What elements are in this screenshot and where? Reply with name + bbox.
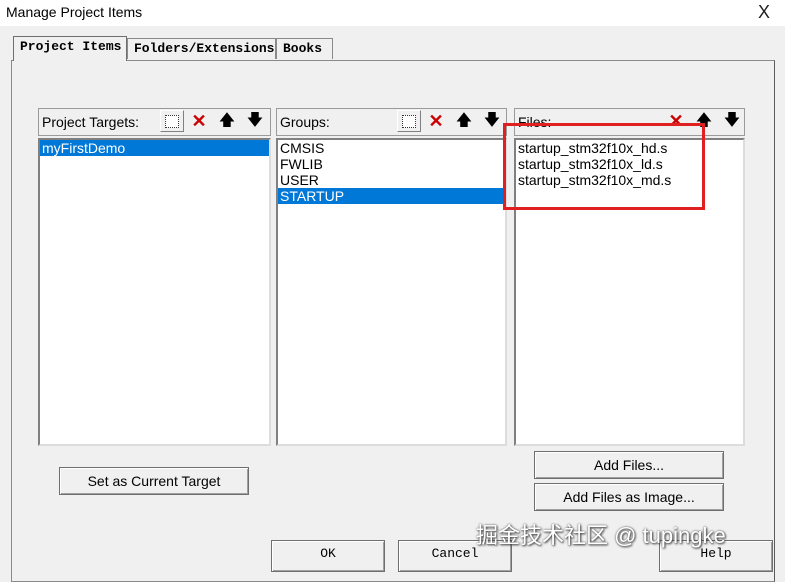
new-item-icon[interactable] (397, 110, 421, 132)
move-up-icon[interactable]: 🡅 (216, 111, 238, 131)
move-down-icon[interactable]: 🡇 (721, 111, 743, 131)
project-targets-list[interactable]: myFirstDemo (38, 138, 271, 446)
new-item-icon[interactable] (160, 110, 184, 132)
list-item[interactable]: startup_stm32f10x_ld.s (516, 156, 743, 172)
set-as-current-target-button[interactable]: Set as Current Target (59, 467, 249, 495)
files-header: Files: ✕ 🡅 🡇 (514, 108, 745, 136)
groups-label: Groups: (280, 114, 330, 130)
delete-icon[interactable]: ✕ (188, 111, 210, 131)
tab-books[interactable]: Books (276, 38, 333, 59)
window-title: Manage Project Items (6, 4, 143, 20)
close-icon[interactable]: X (752, 1, 776, 23)
add-files-as-image-button[interactable]: Add Files as Image... (534, 483, 724, 511)
project-targets-header: Project Targets: ✕ 🡅 🡇 (38, 108, 271, 136)
title-bar: Manage Project Items X (0, 0, 785, 26)
move-up-icon[interactable]: 🡅 (693, 111, 715, 131)
files-list[interactable]: startup_stm32f10x_hd.s startup_stm32f10x… (514, 138, 745, 446)
list-item[interactable]: CMSIS (278, 140, 505, 156)
list-item[interactable]: myFirstDemo (40, 140, 269, 156)
files-box: Files: ✕ 🡅 🡇 startup_stm32f10x_hd.s star… (514, 108, 745, 446)
groups-header: Groups: ✕ 🡅 🡇 (276, 108, 507, 136)
watermark: 掘金技术社区 @ tupingke (476, 523, 726, 548)
project-targets-box: Project Targets: ✕ 🡅 🡇 myFirstDemo (38, 108, 271, 446)
delete-icon[interactable]: ✕ (425, 111, 447, 131)
delete-icon[interactable]: ✕ (665, 111, 687, 131)
groups-box: Groups: ✕ 🡅 🡇 CMSIS FWLIB USER STARTUP (276, 108, 507, 446)
groups-list[interactable]: CMSIS FWLIB USER STARTUP (276, 138, 507, 446)
list-item[interactable]: FWLIB (278, 156, 505, 172)
list-item[interactable]: USER (278, 172, 505, 188)
ok-button[interactable]: OK (271, 540, 385, 572)
list-item[interactable]: STARTUP (278, 188, 505, 204)
add-files-button[interactable]: Add Files... (534, 451, 724, 479)
project-targets-label: Project Targets: (42, 114, 140, 130)
move-down-icon[interactable]: 🡇 (481, 111, 503, 131)
files-label: Files: (518, 114, 552, 130)
move-down-icon[interactable]: 🡇 (244, 111, 266, 131)
tab-project-items[interactable]: Project Items (13, 36, 127, 61)
list-item[interactable]: startup_stm32f10x_hd.s (516, 140, 743, 156)
move-up-icon[interactable]: 🡅 (453, 111, 475, 131)
tab-folders-extensions[interactable]: Folders/Extensions (127, 38, 276, 59)
list-item[interactable]: startup_stm32f10x_md.s (516, 172, 743, 188)
